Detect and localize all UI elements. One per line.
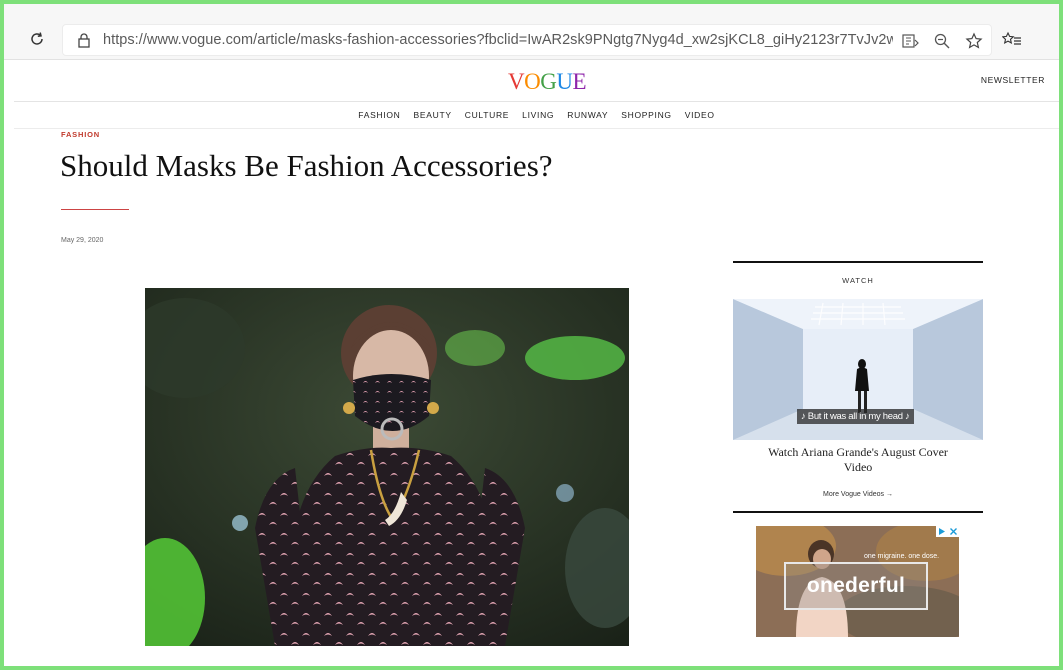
- url-text[interactable]: https://www.vogue.com/article/masks-fash…: [103, 32, 893, 48]
- ad-brand-box: onederful: [784, 562, 928, 610]
- watch-label: WATCH: [842, 276, 874, 285]
- nav-culture[interactable]: CULTURE: [458, 110, 515, 120]
- address-bar[interactable]: https://www.vogue.com/article/masks-fash…: [62, 24, 992, 56]
- main-nav: FASHION BEAUTY CULTURE LIVING RUNWAY SHO…: [14, 102, 1059, 129]
- headline-divider: [61, 209, 129, 210]
- nav-shopping[interactable]: SHOPPING: [615, 110, 678, 120]
- lock-icon: [77, 32, 93, 50]
- logo-letter: U: [556, 69, 573, 94]
- nav-runway[interactable]: RUNWAY: [561, 110, 615, 120]
- section-label[interactable]: FASHION: [61, 130, 100, 139]
- favorites-menu-icon[interactable]: [1001, 31, 1022, 49]
- sidebar-divider: [733, 261, 983, 263]
- vogue-logo[interactable]: VOGUE: [508, 69, 587, 94]
- newsletter-link[interactable]: NEWSLETTER: [981, 75, 1045, 85]
- advertisement[interactable]: one migraine. one dose. onederful: [756, 526, 959, 637]
- logo-letter: V: [508, 69, 525, 94]
- nav-beauty[interactable]: BEAUTY: [407, 110, 458, 120]
- ad-choices-icon[interactable]: [936, 526, 959, 537]
- ad-close-icon: [949, 528, 957, 535]
- video-title[interactable]: Watch Ariana Grande's August Cover Video: [758, 445, 958, 475]
- sidebar-divider-bottom: [733, 511, 983, 513]
- ad-tagline: one migraine. one dose.: [864, 553, 940, 560]
- favorite-star-icon[interactable]: [965, 32, 983, 50]
- logo-letter: O: [524, 69, 541, 94]
- reload-icon[interactable]: [26, 28, 48, 50]
- logo-letter: G: [540, 69, 557, 94]
- site-header: VOGUE NEWSLETTER: [14, 60, 1059, 102]
- browser-window: https://www.vogue.com/article/masks-fash…: [4, 4, 1059, 666]
- article-hero-image: [145, 288, 629, 646]
- ad-brand-text: onederful: [806, 574, 906, 597]
- zoom-icon[interactable]: [933, 32, 951, 50]
- video-thumbnail[interactable]: ♪ But it was all in my head ♪: [733, 299, 983, 440]
- article-headline: Should Masks Be Fashion Accessories?: [60, 148, 553, 183]
- nav-video[interactable]: VIDEO: [678, 110, 721, 120]
- nav-living[interactable]: LIVING: [516, 110, 561, 120]
- nav-fashion[interactable]: FASHION: [352, 110, 407, 120]
- more-videos-link[interactable]: More Vogue Videos →: [733, 491, 983, 498]
- publish-date: May 29, 2020: [61, 237, 104, 244]
- browser-toolbar: https://www.vogue.com/article/masks-fash…: [4, 4, 1059, 60]
- logo-letter: E: [572, 69, 587, 94]
- video-caption: ♪ But it was all in my head ♪: [797, 409, 914, 424]
- reading-view-icon[interactable]: [901, 32, 919, 50]
